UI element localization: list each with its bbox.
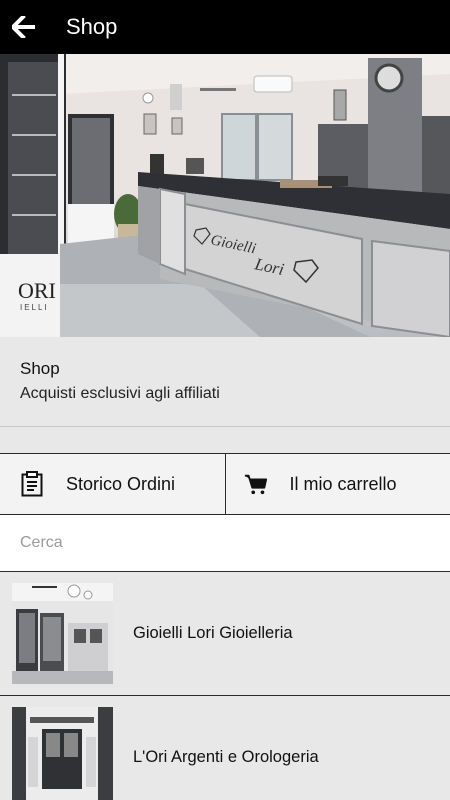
shop-name: L'Ori Argenti e Orologeria [133, 748, 319, 766]
list-item[interactable]: Gioielli Lori Gioielleria [0, 572, 450, 696]
order-history-label: Storico Ordini [66, 473, 176, 494]
my-cart-label: Il mio carrello [289, 473, 397, 494]
svg-text:IELLI: IELLI [20, 303, 49, 312]
side-logo-text: ORI [18, 278, 56, 303]
shop-hero-image: ORI IELLI Gioielli Lori [0, 54, 450, 337]
list-item[interactable]: L'Ori Argenti e Orologeria [0, 696, 450, 800]
arrow-left-icon [12, 16, 35, 38]
shop-list: Gioielli Lori Gioielleria L'Ori Argenti … [0, 572, 450, 800]
intro-subtitle: Acquisti esclusivi agli affiliati [20, 385, 220, 402]
cart-icon [244, 471, 268, 497]
search-bar [0, 515, 450, 572]
shop-intro: Shop Acquisti esclusivi agli affiliati [0, 337, 450, 427]
app-bar: Shop [0, 0, 450, 54]
back-button[interactable] [2, 0, 46, 54]
shop-name: Gioielli Lori Gioielleria [133, 624, 293, 642]
search-input[interactable] [0, 515, 450, 571]
clipboard-icon [20, 471, 44, 497]
my-cart-button[interactable]: Il mio carrello [224, 454, 450, 514]
action-bar: Storico Ordini Il mio carrello [0, 453, 450, 515]
order-history-button[interactable]: Storico Ordini [0, 454, 225, 514]
intro-title: Shop [20, 359, 60, 378]
shop-thumbnail [12, 707, 113, 800]
page-title: Shop [66, 14, 118, 39]
shop-thumbnail [12, 583, 113, 684]
